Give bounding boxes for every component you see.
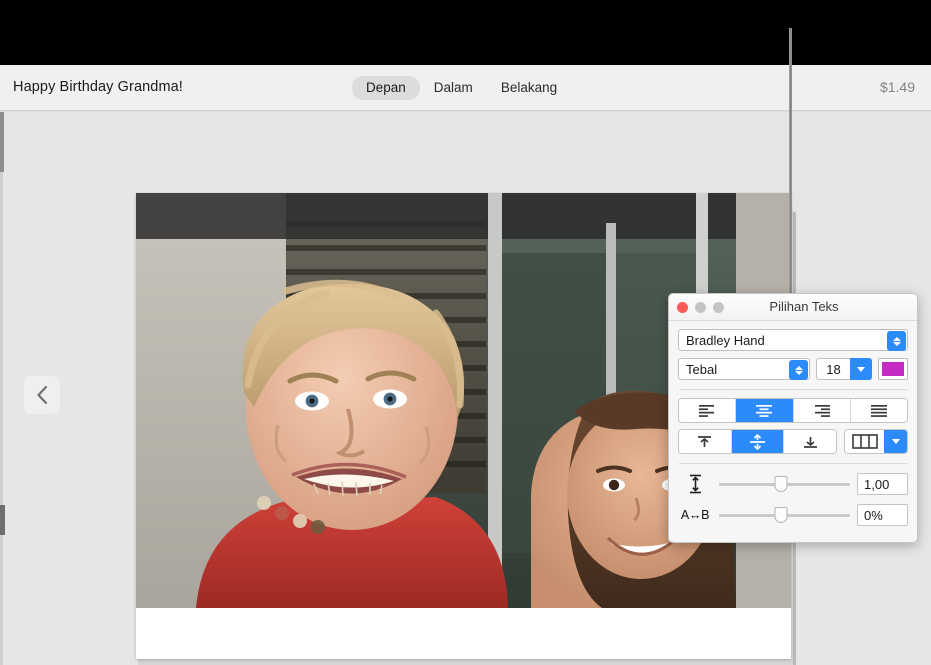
columns-button[interactable]: [844, 429, 908, 454]
align-right-icon: [814, 405, 830, 417]
left-scroll-thumb-top[interactable]: [0, 112, 4, 172]
align-top-icon: [698, 435, 712, 447]
character-spacing-row: A↔B 0%: [678, 504, 908, 526]
font-size-dropdown-button[interactable]: [850, 358, 872, 380]
vertical-align-group[interactable]: [678, 429, 837, 454]
chevron-down-icon: [891, 439, 900, 444]
font-attributes-row: Tebal 18: [678, 358, 908, 380]
left-scroll-rail[interactable]: [0, 112, 5, 665]
align-justify-icon: [870, 405, 887, 417]
screen-root: Happy Birthday Grandma! Depan Dalam Bela…: [0, 0, 931, 665]
text-options-panel[interactable]: Pilihan Teks Bradley Hand Tebal 18 1,00 …: [668, 293, 918, 543]
font-family-select[interactable]: Bradley Hand: [678, 329, 908, 351]
text-color-swatch: [882, 362, 904, 376]
divider: [679, 463, 907, 464]
chevron-left-icon: [36, 385, 47, 405]
columns-dropdown-button[interactable]: [884, 430, 907, 453]
left-scroll-thumb[interactable]: [0, 505, 5, 535]
align-center-icon: [756, 405, 773, 417]
panel-title: Pilihan Teks: [769, 299, 839, 314]
character-spacing-slider[interactable]: [719, 506, 850, 524]
previous-card-button[interactable]: [24, 376, 60, 414]
chevron-down-icon: [857, 366, 865, 372]
slider-knob[interactable]: [774, 507, 788, 523]
align-bottom-button[interactable]: [784, 430, 836, 453]
line-spacing-row: 1,00: [678, 473, 908, 495]
vertical-align-row: [678, 429, 908, 454]
panel-titlebar[interactable]: Pilihan Teks: [669, 294, 917, 321]
character-spacing-icon: A↔B: [680, 508, 710, 522]
align-top-button[interactable]: [679, 430, 732, 453]
stepper-icon[interactable]: [887, 331, 906, 351]
line-spacing-slider[interactable]: [719, 475, 850, 493]
font-size-value[interactable]: 18: [816, 358, 850, 380]
font-family-value: Bradley Hand: [686, 332, 765, 348]
align-left-button[interactable]: [679, 399, 737, 422]
align-justify-button[interactable]: [850, 399, 907, 422]
panel-body: Bradley Hand Tebal 18 1,00 A↔B 0%: [669, 321, 917, 526]
columns-icon-wrap: [845, 430, 884, 453]
align-middle-button[interactable]: [731, 430, 785, 453]
align-left-icon: [699, 405, 715, 417]
font-style-value: Tebal: [686, 361, 718, 377]
horizontal-align-group[interactable]: [678, 398, 908, 423]
columns-icon: [851, 434, 878, 449]
tab-depan[interactable]: Depan: [352, 76, 420, 100]
align-center-button[interactable]: [736, 399, 794, 422]
line-spacing-value[interactable]: 1,00: [857, 473, 908, 495]
align-right-button[interactable]: [793, 399, 851, 422]
slider-knob[interactable]: [774, 476, 788, 492]
character-spacing-icon-wrap: A↔B: [678, 508, 712, 522]
divider: [679, 389, 907, 390]
document-title: Happy Birthday Grandma!: [13, 79, 183, 95]
tab-dalam[interactable]: Dalam: [420, 76, 487, 100]
line-height-icon-wrap: [678, 474, 712, 494]
text-color-well[interactable]: [878, 358, 908, 380]
tab-belakang[interactable]: Belakang: [487, 76, 571, 100]
stepper-icon[interactable]: [789, 360, 808, 380]
align-bottom-icon: [803, 436, 817, 448]
align-middle-icon: [750, 433, 765, 450]
font-size-control[interactable]: 18: [816, 358, 872, 380]
character-spacing-value[interactable]: 0%: [857, 504, 908, 526]
line-height-icon: [689, 474, 701, 494]
view-tabs: Depan Dalam Belakang: [352, 76, 571, 100]
price-label: $1.49: [879, 79, 915, 95]
font-style-select[interactable]: Tebal: [678, 358, 810, 380]
